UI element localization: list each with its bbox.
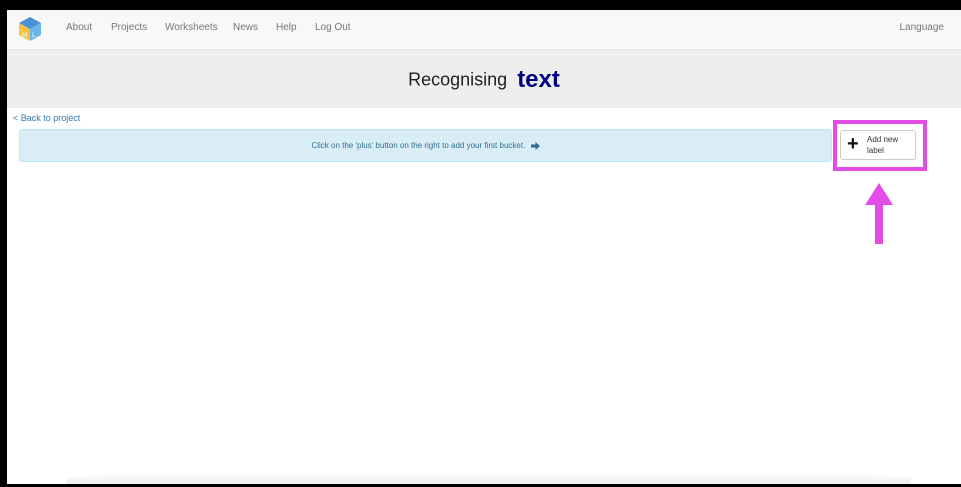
- app-window: M L About Projects Worksheets News Help …: [7, 10, 961, 484]
- nav-news[interactable]: News: [233, 22, 258, 33]
- arrow-right-icon: [530, 141, 540, 150]
- back-to-project-link[interactable]: < Back to project: [13, 113, 80, 123]
- page-title: Recognising: [408, 69, 508, 90]
- page-header: Recognising text: [7, 50, 961, 108]
- navbar: M L About Projects Worksheets News Help …: [7, 10, 961, 50]
- project-type: text: [517, 66, 560, 93]
- language-menu[interactable]: Language: [900, 22, 945, 33]
- nav-projects[interactable]: Projects: [111, 22, 147, 33]
- info-message: Click on the 'plus' button on the right …: [311, 141, 526, 150]
- bottom-shadow: [67, 472, 911, 484]
- annotation-arrow-up-icon: [865, 183, 893, 244]
- nav-log-out[interactable]: Log Out: [315, 22, 351, 33]
- svg-text:M: M: [22, 32, 27, 39]
- nav-worksheets[interactable]: Worksheets: [165, 22, 218, 33]
- nav-help[interactable]: Help: [276, 22, 297, 33]
- nav-about[interactable]: About: [66, 22, 92, 33]
- info-alert: Click on the 'plus' button on the right …: [19, 129, 832, 162]
- logo-icon[interactable]: M L: [18, 16, 42, 42]
- annotation-highlight-box: [833, 120, 927, 171]
